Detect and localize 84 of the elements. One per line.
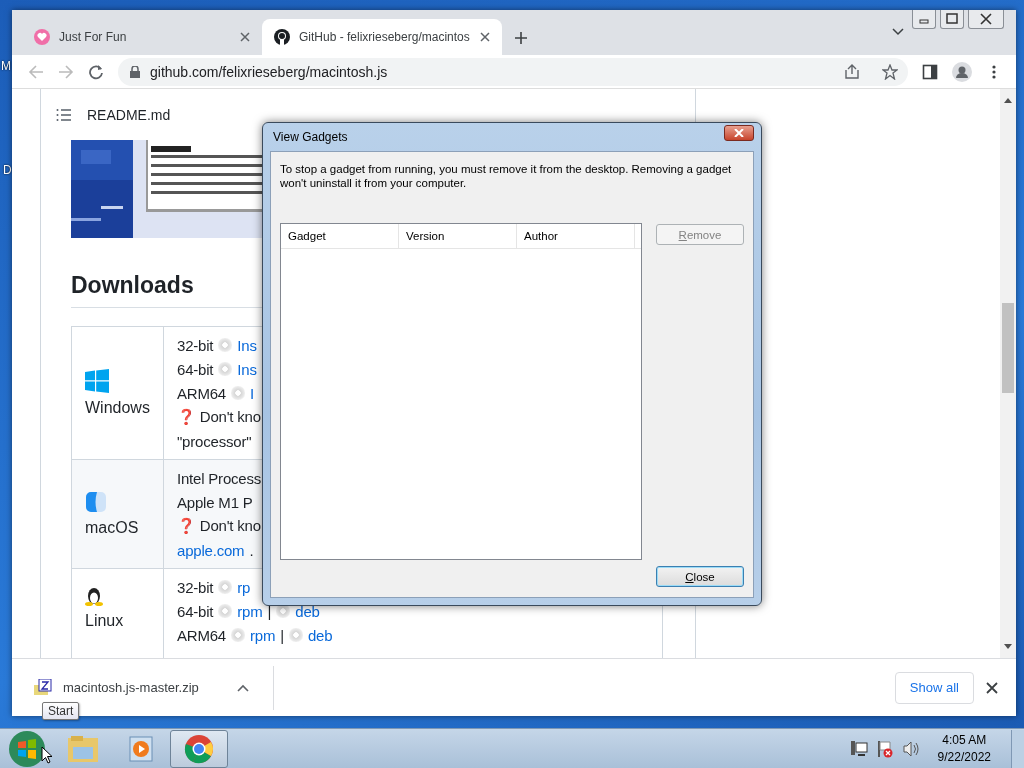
pointer-icon xyxy=(41,746,53,764)
profile-icon[interactable] xyxy=(952,61,972,82)
speaker-icon[interactable] xyxy=(901,739,920,758)
download-text: | xyxy=(280,626,284,644)
close-icon[interactable] xyxy=(986,681,998,694)
close-icon xyxy=(734,129,744,137)
disc-icon xyxy=(218,362,233,376)
media-player-icon xyxy=(128,734,154,763)
close-icon[interactable] xyxy=(240,32,250,42)
download-text: Intel Process xyxy=(177,469,262,487)
browser-tab[interactable]: GitHub - felixrieseberg/macintos xyxy=(262,19,502,55)
dialog-message: To stop a gadget from running, you must remove it from the desktop. Removing a gadget won't uninstall it from your computer. xyxy=(280,162,733,190)
disc-icon xyxy=(218,604,233,618)
chevron-down-icon[interactable] xyxy=(892,28,904,36)
network-icon[interactable] xyxy=(849,739,868,758)
finder-icon xyxy=(85,491,107,513)
minimize-icon[interactable] xyxy=(912,10,936,29)
download-text: ❓ Don't kno xyxy=(177,408,261,426)
disc-icon xyxy=(231,628,246,642)
folder-icon xyxy=(67,734,99,763)
tooltip-text: Start xyxy=(48,704,74,718)
download-link[interactable]: deb xyxy=(295,603,320,619)
clock[interactable]: 4:05 AM 9/22/2022 xyxy=(937,731,991,766)
show-all-button[interactable]: Show all xyxy=(894,671,974,704)
browser-tab[interactable]: Just For Fun xyxy=(22,19,262,55)
caret-up-icon[interactable] xyxy=(237,683,249,692)
column-header[interactable]: Author xyxy=(517,224,635,248)
column-header[interactable]: Version xyxy=(399,224,517,248)
lock-icon xyxy=(130,65,140,78)
close-icon[interactable] xyxy=(968,10,1004,29)
platform-name: macOS xyxy=(85,519,140,537)
download-link[interactable]: rpm xyxy=(237,603,263,619)
taskbar-button[interactable] xyxy=(170,729,228,768)
download-link[interactable]: rp xyxy=(237,579,251,595)
close-icon[interactable] xyxy=(480,32,490,42)
download-text: "processor" xyxy=(177,432,252,450)
scrollbar[interactable] xyxy=(1000,89,1016,658)
gadget-list[interactable]: Gadget Version Author xyxy=(280,223,642,560)
download-link[interactable]: I xyxy=(250,385,254,401)
download-text: . xyxy=(249,541,254,559)
download-link[interactable]: rpm xyxy=(250,627,276,643)
desktop-icon-label[interactable]: M xyxy=(1,59,11,73)
new-tab-icon[interactable] xyxy=(514,31,528,45)
download-link[interactable]: apple.com xyxy=(177,542,245,558)
download-text: 32-bit xyxy=(177,578,214,596)
platform-name: Linux xyxy=(85,612,125,630)
maximize-icon[interactable] xyxy=(940,10,964,29)
file-title: README.md xyxy=(87,106,171,123)
start-orb-icon[interactable] xyxy=(8,729,46,768)
address-bar[interactable]: github.com/felixrieseberg/macintosh.js xyxy=(118,57,908,86)
download-text: Apple M1 P xyxy=(177,493,253,511)
close-button[interactable]: Close xyxy=(656,566,744,587)
close-button[interactable] xyxy=(724,125,754,141)
side-panel-icon[interactable] xyxy=(922,63,938,80)
download-text: | xyxy=(267,602,272,620)
scrollbar-thumb[interactable] xyxy=(1002,303,1014,393)
list-icon[interactable] xyxy=(56,107,72,122)
download-text: 64-bit xyxy=(177,360,214,378)
download-text: ARM64 xyxy=(177,384,227,402)
download-link[interactable]: Ins xyxy=(237,337,257,353)
disc-icon xyxy=(231,386,246,400)
share-icon[interactable] xyxy=(844,63,860,80)
windows-logo-icon xyxy=(85,369,109,393)
disc-icon xyxy=(218,580,233,594)
download-link[interactable]: Ins xyxy=(237,361,257,377)
flag-error-icon[interactable] xyxy=(875,739,894,758)
chrome-icon xyxy=(184,733,214,764)
download-text: 32-bit xyxy=(177,336,214,354)
star-icon[interactable] xyxy=(882,63,898,80)
download-text: ❓ Don't kno xyxy=(177,517,261,535)
platform-name: Windows xyxy=(85,399,151,417)
column-header[interactable]: Gadget xyxy=(281,224,399,248)
download-text: ARM64 xyxy=(177,626,227,644)
disc-icon xyxy=(218,338,233,352)
download-text: 64-bit xyxy=(177,602,214,620)
penguin-icon xyxy=(85,586,103,606)
scroll-down-icon[interactable] xyxy=(1004,644,1012,649)
download-link[interactable]: deb xyxy=(307,627,333,643)
scroll-up-icon[interactable] xyxy=(1004,98,1012,103)
zip-file-icon xyxy=(34,678,52,697)
reload-icon[interactable] xyxy=(88,63,104,80)
disc-icon xyxy=(288,628,303,642)
desktop-icon-label[interactable]: D xyxy=(3,163,12,177)
dialog-title: View Gadgets xyxy=(273,130,349,144)
